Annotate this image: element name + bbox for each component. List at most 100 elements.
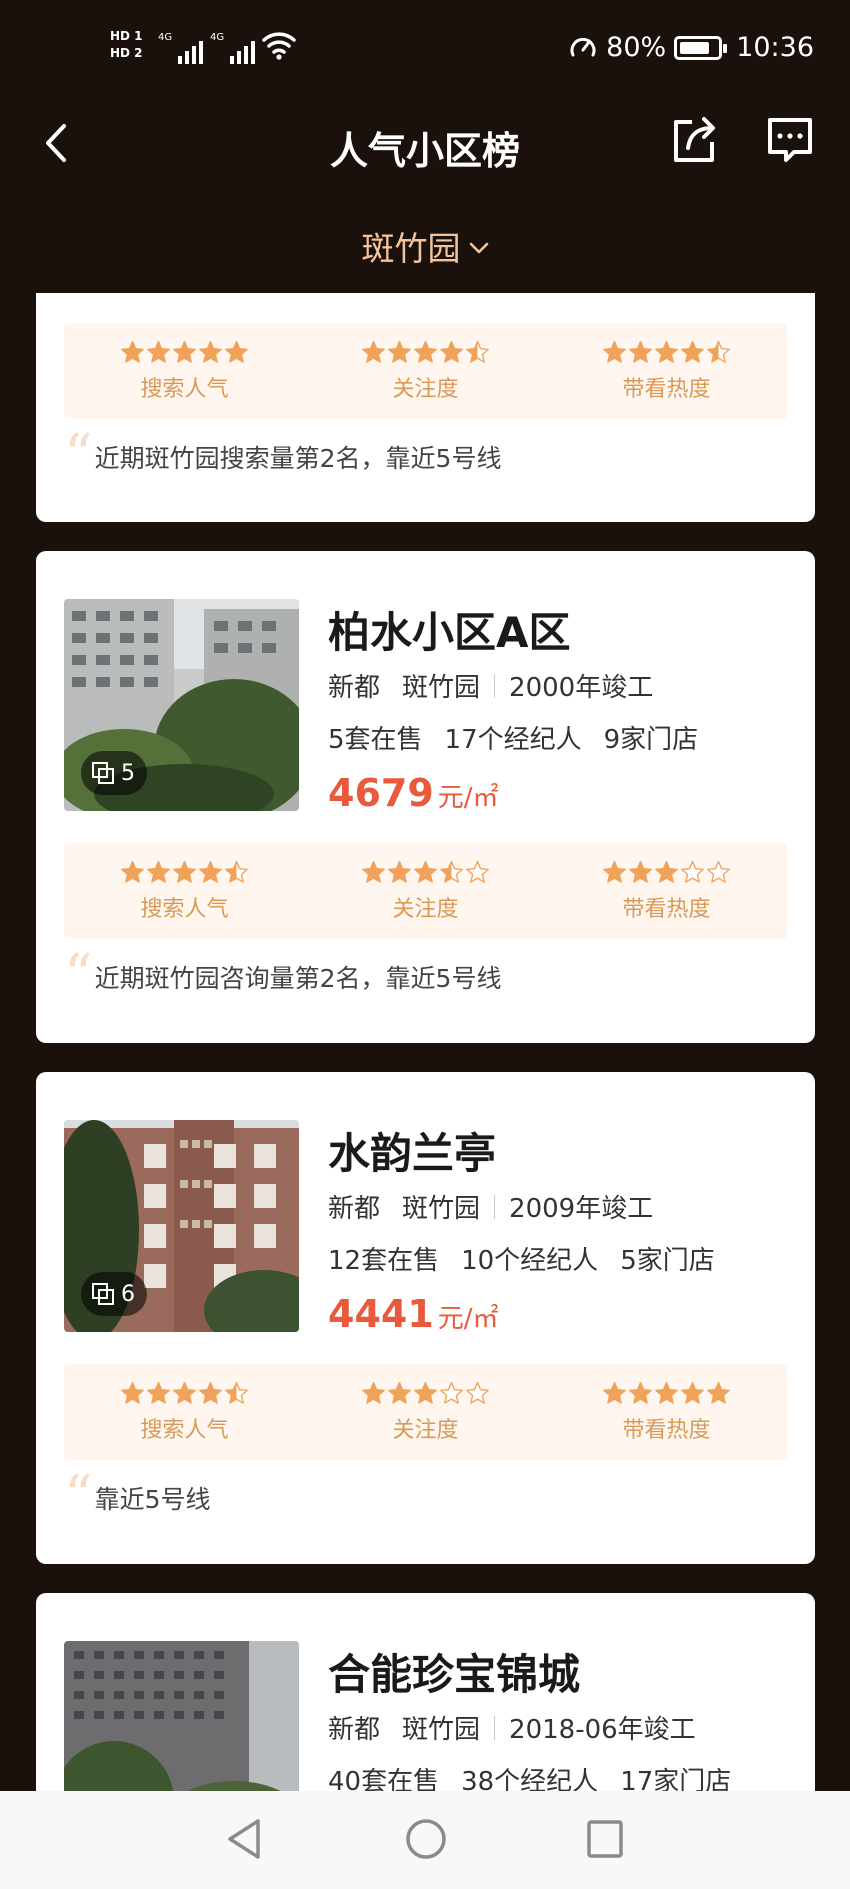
star-icon — [603, 860, 626, 883]
photo-count-badge: 6 — [81, 1272, 147, 1316]
rating-search: 搜索人气 — [64, 323, 305, 419]
star-icon — [388, 1381, 411, 1404]
star-icon — [225, 1381, 248, 1404]
star-rating — [120, 860, 249, 885]
rating-panel: 搜索人气 关注度 带看热度 — [64, 843, 787, 939]
star-icon — [603, 1381, 626, 1404]
star-icon — [655, 860, 678, 883]
star-icon — [225, 860, 248, 883]
highlight-quote: “ 靠近5号线 — [64, 1464, 211, 1529]
photo-count-badge: 5 — [81, 751, 147, 795]
system-nav-bar — [0, 1791, 850, 1889]
sim-indicator: HD 1 HD 2 — [110, 29, 143, 60]
quote-icon: “ — [64, 423, 93, 488]
location-row: 新都 斑竹园 2000年竣工 — [328, 673, 654, 703]
status-right: 80% 10:36 — [568, 32, 814, 63]
star-icon — [173, 1381, 196, 1404]
region-selector[interactable]: 斑竹园 — [0, 222, 850, 270]
star-icon — [466, 340, 489, 363]
star-icon — [440, 1381, 463, 1404]
gallery-icon — [92, 762, 114, 784]
wifi-icon — [262, 32, 296, 60]
star-icon — [603, 340, 626, 363]
listing-card[interactable]: 6 水韵兰亭 新都 斑竹园 2009年竣工 12套在售 10个经纪人 5家门店 … — [36, 1072, 815, 1564]
star-icon — [707, 860, 730, 883]
star-icon — [629, 1381, 652, 1404]
nav-back-icon[interactable] — [224, 1817, 264, 1861]
star-icon — [199, 340, 222, 363]
star-rating — [361, 340, 490, 365]
signal-1-icon: 4G — [158, 32, 204, 64]
status-bar: HD 1 HD 2 4G 4G 80% 10:36 — [0, 0, 850, 100]
rating-viewing: 带看热度 — [546, 843, 787, 939]
star-icon — [707, 1381, 730, 1404]
rating-search: 搜索人气 — [64, 1364, 305, 1460]
star-icon — [362, 1381, 385, 1404]
star-icon — [388, 860, 411, 883]
top-nav: 人气小区榜 斑竹园 — [0, 100, 850, 290]
speed-icon — [570, 37, 596, 56]
clock: 10:36 — [736, 32, 814, 63]
highlight-quote: “ 近期斑竹园咨询量第2名，靠近5号线 — [64, 943, 502, 1008]
star-icon — [655, 1381, 678, 1404]
nav-home-icon[interactable] — [404, 1817, 448, 1861]
star-rating — [120, 340, 249, 365]
listing-photo[interactable]: 6 — [64, 1120, 299, 1332]
star-rating — [361, 860, 490, 885]
battery-icon — [674, 35, 728, 60]
listing-photo[interactable]: 5 — [64, 599, 299, 811]
star-icon — [147, 340, 170, 363]
community-name[interactable]: 合能珍宝锦城 — [328, 1641, 580, 1702]
rating-viewing: 带看热度 — [546, 1364, 787, 1460]
star-icon — [681, 1381, 704, 1404]
rating-follow: 关注度 — [305, 1364, 546, 1460]
stats-row: 5套在售 17个经纪人 9家门店 — [328, 725, 699, 755]
star-icon — [362, 340, 385, 363]
star-rating — [602, 1381, 731, 1406]
rating-follow: 关注度 — [305, 843, 546, 939]
star-icon — [414, 1381, 437, 1404]
star-icon — [362, 860, 385, 883]
star-icon — [466, 1381, 489, 1404]
stats-row: 12套在售 10个经纪人 5家门店 — [328, 1246, 715, 1276]
star-icon — [414, 860, 437, 883]
star-icon — [681, 860, 704, 883]
nav-recents-icon[interactable] — [585, 1817, 625, 1861]
community-name[interactable]: 柏水小区A区 — [328, 599, 571, 660]
rating-search: 搜索人气 — [64, 843, 305, 939]
quote-icon: “ — [64, 1464, 93, 1529]
star-rating — [602, 340, 731, 365]
listing-card-partial[interactable]: 搜索人气 关注度 带看热度 “ 近期斑竹园搜索量第2名，靠近5号线 — [36, 293, 815, 522]
price: 4441 元/㎡ — [328, 1292, 499, 1336]
star-icon — [466, 860, 489, 883]
rating-follow: 关注度 — [305, 323, 546, 419]
battery-percent: 80% — [606, 32, 667, 63]
page-title: 人气小区榜 — [329, 129, 520, 173]
message-icon[interactable] — [764, 116, 816, 166]
rating-panel: 搜索人气 关注度 带看热度 — [64, 1364, 787, 1460]
star-rating — [602, 860, 731, 885]
star-icon — [655, 340, 678, 363]
star-icon — [121, 1381, 144, 1404]
star-icon — [199, 860, 222, 883]
star-rating — [361, 1381, 490, 1406]
star-icon — [225, 340, 248, 363]
star-icon — [199, 1381, 222, 1404]
share-icon[interactable] — [670, 114, 718, 166]
star-icon — [707, 340, 730, 363]
region-label: 斑竹园 — [361, 229, 461, 268]
star-icon — [629, 340, 652, 363]
listing-card[interactable]: 5 柏水小区A区 新都 斑竹园 2000年竣工 5套在售 17个经纪人 9家门店… — [36, 551, 815, 1043]
chevron-down-icon — [469, 242, 488, 254]
highlight-quote: “ 近期斑竹园搜索量第2名，靠近5号线 — [64, 423, 502, 488]
star-icon — [440, 860, 463, 883]
star-icon — [388, 340, 411, 363]
star-icon — [147, 1381, 170, 1404]
rating-panel: 搜索人气 关注度 带看热度 — [64, 323, 787, 419]
rating-viewing: 带看热度 — [546, 323, 787, 419]
signal-2-icon: 4G — [210, 32, 256, 64]
quote-icon: “ — [64, 943, 93, 1008]
community-name[interactable]: 水韵兰亭 — [328, 1120, 496, 1181]
star-icon — [681, 340, 704, 363]
star-icon — [121, 340, 144, 363]
